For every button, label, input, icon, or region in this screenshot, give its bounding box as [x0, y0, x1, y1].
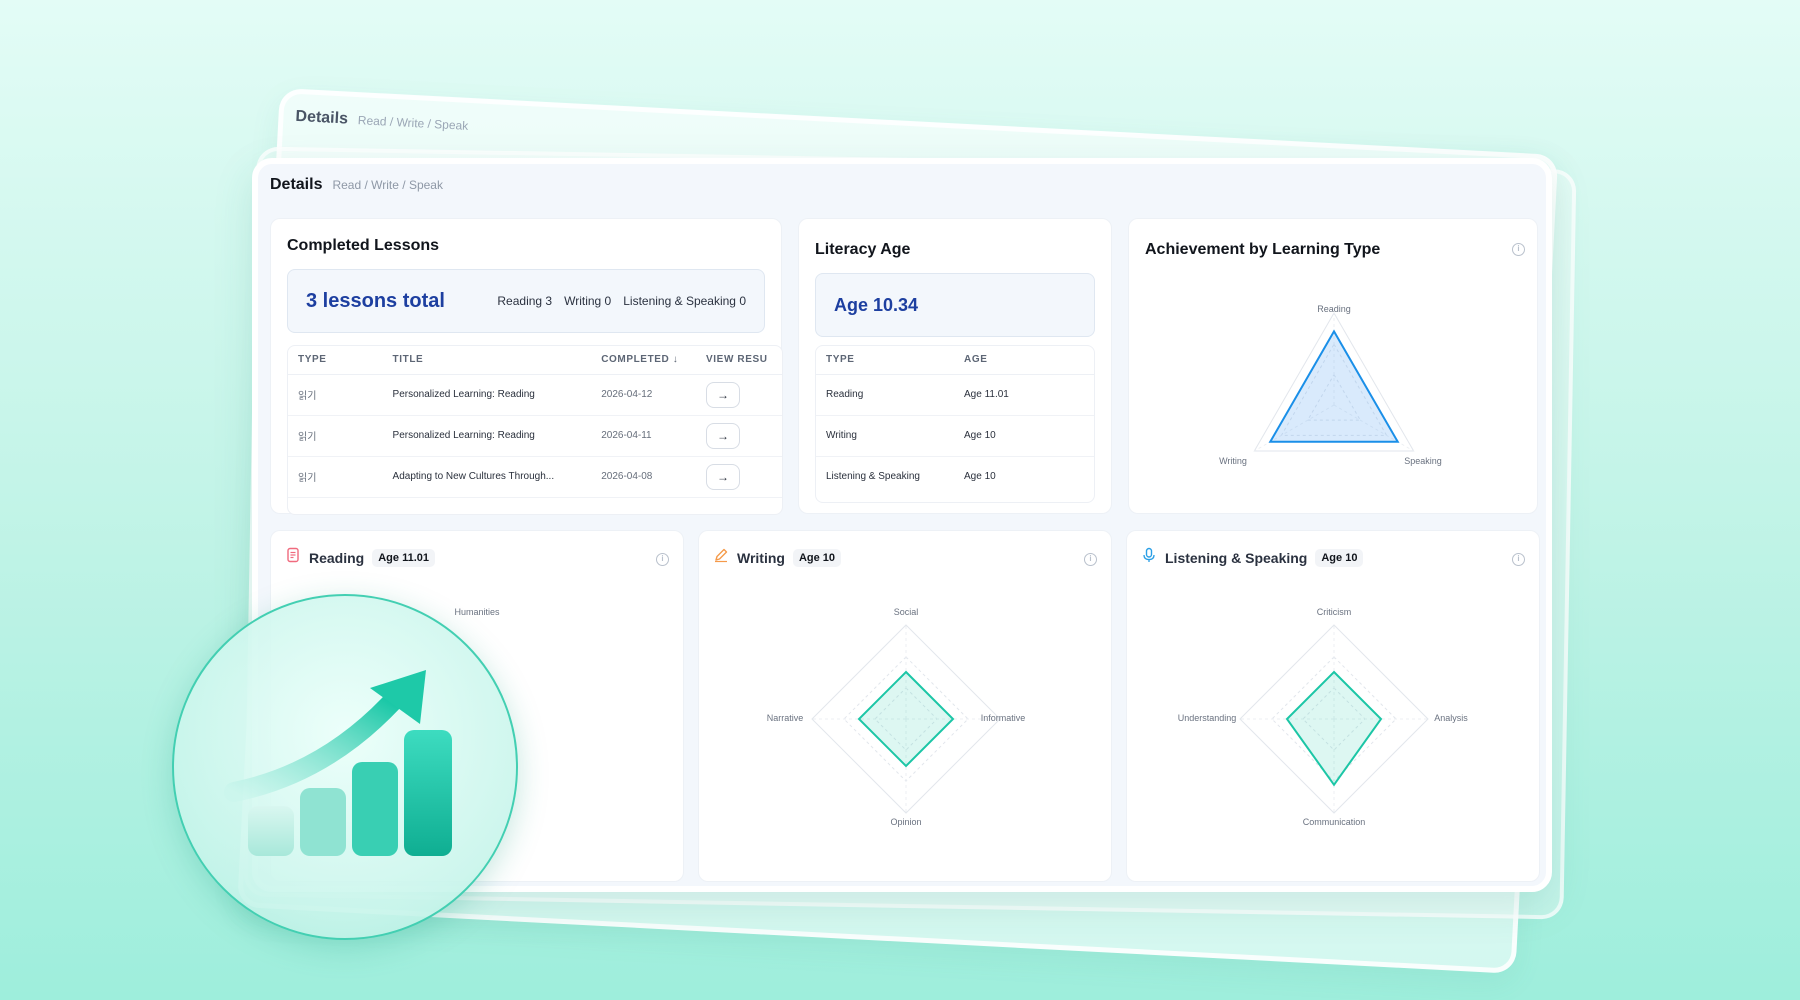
table-row: 읽기 Personalized Learning: Reading 2026-0…	[288, 415, 782, 457]
row-action: →	[696, 374, 782, 416]
row-date: 2026-04-08	[591, 456, 697, 498]
literacy-age-value: Age 10.34	[834, 294, 919, 315]
lessons-summary: 3 lessons total Reading 3 Writing 0 List…	[287, 269, 765, 333]
achievement-radar-area	[1268, 329, 1400, 443]
col-age: AGE	[954, 346, 1094, 375]
col-title: TITLE	[382, 346, 592, 375]
background-card-header: Details Read / Write / Speak	[295, 108, 469, 135]
literacy-age-table: TYPE AGE Reading Age 11.01 Writing Age 1…	[815, 345, 1095, 503]
view-result-button[interactable]: →	[706, 463, 741, 490]
radar-label-communication: Communication	[1303, 817, 1366, 827]
radar-label-criticism: Criticism	[1317, 607, 1352, 617]
achievement-radar: Reading Speaking Writing	[1219, 304, 1442, 466]
achievement-card: Achievement by Learning Type i Reading S…	[1128, 218, 1538, 514]
literacy-age-title: Literacy Age	[815, 241, 911, 258]
radar-label-speaking: Speaking	[1404, 456, 1442, 466]
row-age: Age 11.01	[954, 374, 1094, 416]
completed-lessons-title: Completed Lessons	[287, 237, 440, 254]
arrow-right-icon: →	[717, 387, 730, 402]
radar-label-opinion: Opinion	[890, 817, 921, 827]
listening-speaking-radar: Criticism Analysis Communication Underst…	[1178, 607, 1469, 827]
radar-label-writing: Writing	[1219, 456, 1247, 466]
writing-radar: Social Informative Opinion Narrative	[767, 607, 1026, 827]
growth-illustration	[172, 594, 518, 940]
col-completed[interactable]: COMPLETED ↓	[591, 346, 697, 375]
table-row: 읽기 Personalized Learning: Reading 2026-0…	[288, 374, 782, 416]
row-title: Adapting to New Cultures Through...	[382, 456, 592, 498]
row-age: Age 10	[964, 471, 996, 483]
row-action: →	[696, 415, 782, 457]
details-header: Details Read / Write / Speak	[270, 176, 443, 194]
table-row: Reading Age 11.01	[816, 374, 1094, 416]
literacy-age-summary: Age 10.34	[815, 273, 1095, 337]
writing-radar-area	[857, 670, 955, 768]
view-result-button[interactable]: →	[706, 381, 741, 408]
growth-chart-icon	[224, 670, 452, 856]
breadcrumb: Read / Write / Speak	[332, 178, 443, 192]
row-type: Writing	[816, 415, 954, 457]
lessons-table-header: TYPE TITLE COMPLETED ↓ VIEW RESU	[288, 346, 782, 375]
radar-label-understanding: Understanding	[1178, 713, 1237, 723]
table-row: Writing Age 10	[816, 415, 1094, 457]
radar-label-analysis: Analysis	[1434, 713, 1468, 723]
row-type: 읽기	[288, 374, 383, 416]
table-row: Listening & Speaking Age 10	[816, 456, 1094, 497]
radar-label-narrative: Narrative	[767, 713, 804, 723]
col-type: TYPE	[816, 346, 954, 375]
listening-speaking-section-card: Listening & Speaking Age 10 i Criticism …	[1126, 530, 1540, 882]
row-date: 2026-04-12	[591, 374, 697, 416]
radar-label-reading: Reading	[1317, 304, 1351, 314]
writing-count: Writing 0	[564, 294, 612, 308]
literacy-table-header: TYPE AGE	[816, 346, 1094, 375]
completed-lessons-card: Completed Lessons 3 lessons total Readin…	[270, 218, 783, 515]
writing-section-card: Writing Age 10 i Social Informative Opin…	[698, 530, 1112, 882]
row-type: 읽기	[288, 415, 383, 457]
row-title: Personalized Learning: Reading	[382, 374, 592, 416]
row-type: 읽기	[288, 456, 383, 498]
row-action: →	[696, 456, 782, 498]
listening-speaking-count: Listening & Speaking 0	[623, 294, 746, 308]
row-type: Reading	[816, 374, 954, 416]
table-row: 읽기 Adapting to New Cultures Through... 2…	[288, 456, 782, 498]
view-result-button[interactable]: →	[706, 422, 741, 449]
row-title: Personalized Learning: Reading	[382, 415, 592, 457]
background-card-title: Details	[295, 107, 349, 128]
literacy-age-card: Literacy Age Age 10.34 TYPE AGE Reading …	[798, 218, 1112, 514]
row-type: Listening & Speaking	[826, 471, 920, 483]
radar-label-social: Social	[894, 607, 919, 617]
arrow-right-icon: →	[717, 469, 730, 484]
listening-speaking-radar-area	[1285, 670, 1383, 787]
background-card-breadcrumb: Read / Write / Speak	[357, 113, 469, 133]
page-title: Details	[270, 176, 323, 193]
lessons-table: TYPE TITLE COMPLETED ↓ VIEW RESU 읽기 Pers…	[287, 345, 783, 515]
row-date: 2026-04-11	[591, 415, 697, 457]
radar-label-informative: Informative	[981, 713, 1026, 723]
col-type: TYPE	[288, 346, 383, 375]
arrow-right-icon: →	[717, 428, 730, 443]
lessons-total: 3 lessons total	[306, 289, 445, 312]
col-view-result: VIEW RESU	[696, 346, 782, 375]
row-age: Age 10	[954, 415, 1094, 457]
reading-count: Reading 3	[497, 294, 553, 308]
